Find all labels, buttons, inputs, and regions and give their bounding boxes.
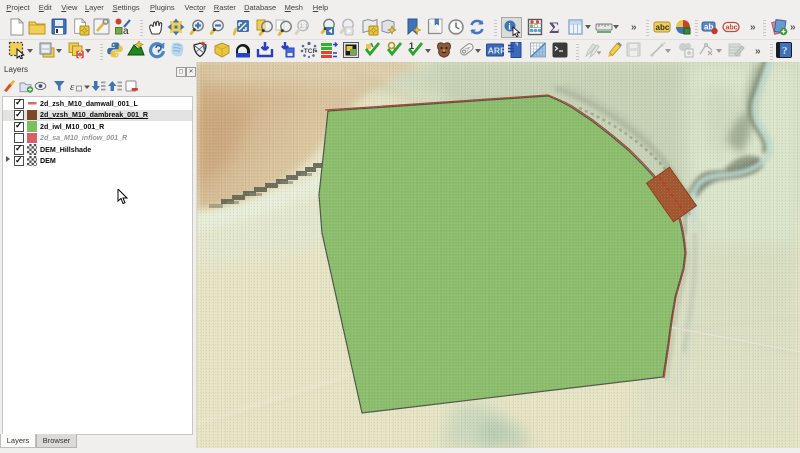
svg-text:ε: ε <box>70 81 75 93</box>
svg-text:1:1: 1:1 <box>300 24 309 30</box>
svg-text:abc: abc <box>656 23 670 32</box>
svg-text:?: ? <box>782 45 788 57</box>
svg-text:Σ: Σ <box>549 20 559 36</box>
svg-text:TCF: TCF <box>304 48 317 55</box>
svg-text:abc: abc <box>726 25 738 32</box>
svg-text:a: a <box>123 26 129 36</box>
svg-text:ARR: ARR <box>488 46 504 56</box>
